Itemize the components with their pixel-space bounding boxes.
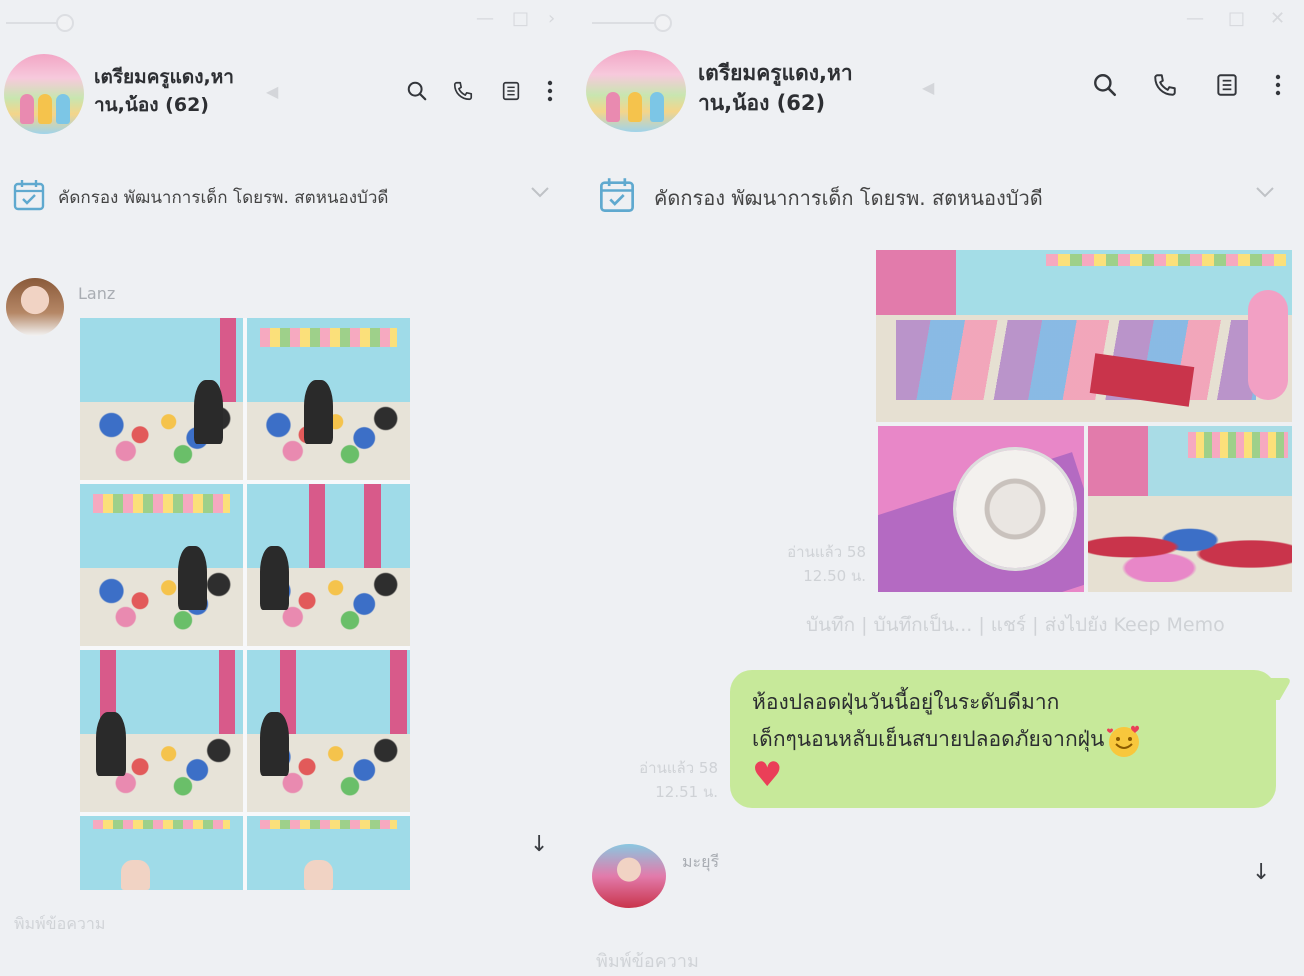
- sender-name: มะยุรี: [682, 852, 720, 871]
- photo-thumbnail[interactable]: [876, 250, 1292, 422]
- group-name-line2: าน,น้อง (62): [698, 91, 826, 116]
- sender-avatar[interactable]: [592, 844, 666, 908]
- photo-read-meta: อ่านแล้ว 58 12.50 น.: [730, 540, 866, 588]
- chat-header: เตรียมครูแดง,หา าน,น้อง (62) ◀: [0, 46, 570, 142]
- minimize-icon[interactable]: —: [476, 8, 494, 29]
- chat-header: เตรียมครูแดง,หา าน,น้อง (62) ◀: [580, 46, 1304, 142]
- group-name-line1: เตรียมครูแดง,หา: [94, 66, 234, 88]
- photo-thumbnail[interactable]: [247, 318, 410, 480]
- arrow-down-icon[interactable]: ↓: [1252, 860, 1270, 885]
- search-icon[interactable]: [402, 76, 432, 106]
- photo-thumbnail[interactable]: [80, 318, 243, 480]
- calendar-icon: [596, 176, 638, 218]
- phone-icon[interactable]: [448, 76, 478, 106]
- group-avatar[interactable]: [586, 50, 686, 132]
- sender-name: Lanz: [78, 284, 116, 303]
- announcement-bar[interactable]: คัดกรอง พัฒนาการเด็ก โดยรพ. สตหนองบัวดี: [580, 172, 1304, 218]
- photo-thumbnail[interactable]: [80, 816, 243, 890]
- photo-actions[interactable]: บันทึก | บันทึกเป็น... | แชร์ | ส่งไปยัง…: [806, 610, 1225, 640]
- arrow-down-icon[interactable]: ↓: [530, 832, 548, 857]
- minimize-icon[interactable]: —: [1186, 8, 1204, 29]
- zoom-slider-knob[interactable]: [654, 14, 672, 32]
- zoom-slider-track[interactable]: [6, 22, 60, 24]
- photo-thumbnail[interactable]: [80, 484, 243, 646]
- photo-album[interactable]: [80, 318, 410, 890]
- close-icon[interactable]: ✕: [1270, 8, 1285, 29]
- photo-thumbnail[interactable]: [247, 816, 410, 890]
- calendar-icon: [12, 178, 46, 216]
- more-icon[interactable]: [538, 76, 562, 106]
- group-name[interactable]: เตรียมครูแดง,หา าน,น้อง (62): [698, 58, 853, 119]
- message-bubble[interactable]: ห้องปลอดฝุ่นวันนี้อยู่ในระดับดีมาก เด็กๆ…: [730, 670, 1293, 808]
- read-count: อ่านแล้ว 58: [787, 543, 866, 561]
- photo-thumbnail[interactable]: [80, 650, 243, 812]
- chevron-down-icon[interactable]: [1254, 184, 1276, 203]
- message-read-meta: อ่านแล้ว 58 12.51 น.: [580, 756, 718, 804]
- title-bar: — □ ›: [0, 0, 570, 42]
- announcement-bar[interactable]: คัดกรอง พัฒนาการเด็ก โดยรพ. สตหนองบัวดี: [0, 172, 570, 218]
- message-input[interactable]: พิมพ์ข้อความ: [14, 912, 105, 937]
- photo-thumbnail[interactable]: [247, 650, 410, 812]
- group-name-line2: าน,น้อง (62): [94, 93, 209, 116]
- message-time: 12.50 น.: [803, 567, 866, 585]
- sender-avatar[interactable]: [6, 278, 64, 336]
- message-line2: เด็กๆนอนหลับเย็นสบายปลอดภัยจากฝุ่น: [752, 727, 1105, 751]
- zoom-slider-track[interactable]: [592, 22, 662, 24]
- more-icon[interactable]: [1266, 70, 1290, 100]
- phone-icon[interactable]: [1150, 70, 1180, 100]
- chat-window-left: — □ › เตรียมครูแดง,หา าน,น้อง (62) ◀ คัด…: [0, 0, 570, 976]
- heart-icon: ♥: [752, 755, 783, 795]
- smiling-face-with-hearts-icon: [1107, 725, 1140, 757]
- zoom-slider-knob[interactable]: [56, 14, 74, 32]
- speaker-muted-icon: ◀: [922, 78, 935, 97]
- group-name[interactable]: เตรียมครูแดง,หา าน,น้อง (62): [94, 64, 234, 119]
- chat-window-right: — □ ✕ เตรียมครูแดง,หา าน,น้อง (62) ◀ คัด…: [580, 0, 1304, 976]
- photo-thumbnail[interactable]: [1088, 426, 1292, 592]
- announcement-text: คัดกรอง พัฒนาการเด็ก โดยรพ. สตหนองบัวดี: [654, 186, 1043, 210]
- group-name-line1: เตรียมครูแดง,หา: [698, 61, 853, 85]
- read-count: อ่านแล้ว 58: [639, 759, 718, 777]
- search-icon[interactable]: [1090, 70, 1120, 100]
- photo-thumbnail[interactable]: [247, 484, 410, 646]
- speaker-muted-icon: ◀: [266, 82, 279, 101]
- notes-icon[interactable]: [496, 76, 526, 106]
- notes-icon[interactable]: [1212, 70, 1242, 100]
- announcement-text: คัดกรอง พัฒนาการเด็ก โดยรพ. สตหนองบัวดี: [58, 188, 389, 208]
- maximize-icon[interactable]: □: [1228, 8, 1245, 29]
- message-line1: ห้องปลอดฝุ่นวันนี้อยู่ในระดับดีมาก: [752, 690, 1060, 714]
- chevron-right-icon[interactable]: ›: [548, 8, 555, 29]
- title-bar: — □ ✕: [580, 0, 1304, 42]
- message-time: 12.51 น.: [655, 783, 718, 801]
- message-input[interactable]: พิมพ์ข้อความ: [596, 946, 699, 975]
- group-avatar[interactable]: [4, 54, 84, 134]
- maximize-icon[interactable]: □: [512, 8, 529, 29]
- chevron-down-icon[interactable]: [530, 184, 550, 203]
- photo-thumbnail[interactable]: [878, 426, 1084, 592]
